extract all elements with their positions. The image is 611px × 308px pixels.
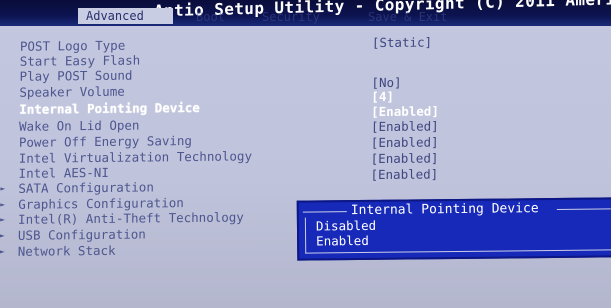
popup-option-disabled[interactable]: Disabled	[316, 218, 376, 234]
bios-screen: Aptio Setup Utility - Copyright (C) 2011…	[0, 0, 611, 308]
submenu-label: Graphics Configuration	[18, 195, 184, 212]
setting-label: Play POST Sound	[19, 67, 133, 84]
tab-save-exit[interactable]: Save & Exit	[368, 9, 447, 25]
submenu-arrow-icon: ►	[0, 230, 5, 241]
tab-boot[interactable]: Boot	[196, 9, 225, 25]
submenu-arrow-icon: ►	[0, 246, 5, 257]
setting-label: Wake On Lid Open	[19, 117, 140, 134]
setting-value: [No]	[371, 74, 402, 91]
header-bar: Aptio Setup Utility - Copyright (C) 2011…	[0, 0, 611, 26]
submenu-label: Intel(R) Anti-Theft Technology	[18, 209, 244, 227]
submenu-arrow-icon: ►	[0, 183, 6, 194]
setting-label: Speaker Volume	[19, 83, 125, 100]
option-popup: Internal Pointing Device Disabled Enable…	[296, 197, 611, 261]
setting-value: [Enabled]	[370, 150, 439, 167]
submenu-arrow-icon: ►	[0, 214, 5, 225]
setting-label: Power Off Energy Saving	[18, 132, 193, 150]
submenu-arrow-icon: ►	[0, 199, 6, 210]
submenu-label: USB Configuration	[17, 226, 146, 243]
setting-value: [Enabled]	[370, 134, 439, 151]
submenu-label: Network Stack	[17, 242, 116, 259]
setting-label: POST Logo Type	[19, 37, 126, 54]
submenu-label: SATA Configuration	[18, 179, 154, 196]
setting-value: [Static]	[371, 34, 433, 51]
setting-value: [Enabled]	[370, 118, 439, 135]
tab-security[interactable]: Security	[262, 9, 320, 25]
popup-body: Disabled Enabled	[304, 214, 611, 254]
popup-border-left	[302, 211, 347, 213]
setting-label: Intel AES-NI	[18, 164, 109, 181]
setting-label: Start Easy Flash	[19, 52, 141, 69]
tab-advanced[interactable]: Advanced	[78, 8, 173, 24]
popup-border-right	[556, 208, 611, 210]
setting-label: Internal Pointing Device	[19, 99, 200, 117]
popup-option-enabled[interactable]: Enabled	[316, 233, 369, 249]
setting-value: [Enabled]	[371, 103, 439, 120]
setting-value: [4]	[371, 88, 394, 105]
